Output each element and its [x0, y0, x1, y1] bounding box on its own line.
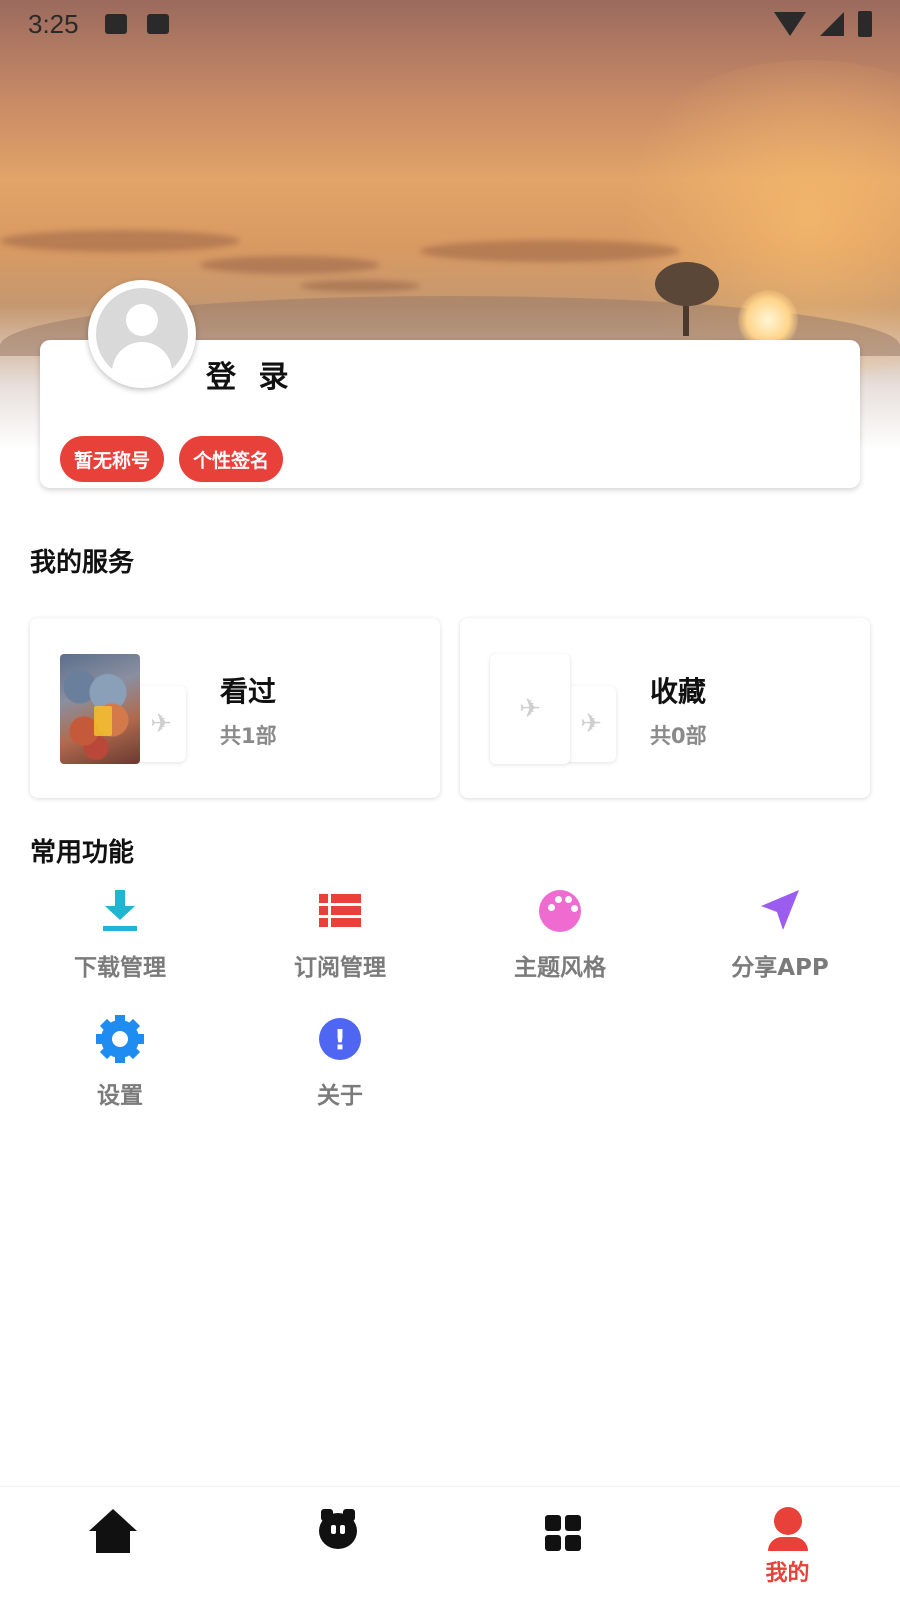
status-bar: 3:25 — [0, 0, 900, 48]
about-label: 关于 — [317, 1083, 363, 1109]
grid-icon — [544, 1515, 581, 1551]
wifi-icon — [774, 12, 806, 36]
favorites-card[interactable]: ✈ ✈ 收藏 共0部 — [460, 618, 870, 798]
nav-categories[interactable] — [450, 1487, 675, 1600]
gear-icon — [95, 1014, 145, 1064]
placeholder-thumb: ✈ — [136, 686, 186, 762]
favorites-title: 收藏 — [650, 675, 707, 708]
title-chip[interactable]: 暂无称号 — [60, 436, 165, 482]
theme-style-button[interactable]: 主题风格 — [450, 886, 670, 982]
nav-home[interactable] — [0, 1487, 225, 1600]
download-manager-button[interactable]: 下载管理 — [10, 886, 230, 982]
bottom-nav: 我的 — [0, 1486, 900, 1600]
services-title: 我的服务 — [30, 548, 135, 578]
default-avatar-icon — [96, 288, 188, 380]
history-title: 看过 — [220, 675, 277, 708]
placeholder-thumb: ✈ — [490, 654, 570, 764]
send-icon — [755, 886, 805, 936]
download-manager-label: 下载管理 — [74, 955, 166, 981]
history-count: 共1部 — [220, 724, 277, 748]
person-icon — [767, 1507, 808, 1551]
nav-mine-label: 我的 — [765, 1561, 810, 1586]
download-icon — [95, 886, 145, 936]
palette-icon — [535, 886, 585, 936]
status-time: 3:25 — [28, 8, 79, 39]
about-button[interactable]: ! 关于 — [230, 1014, 450, 1110]
subscription-manager-button[interactable]: 订阅管理 — [230, 886, 450, 982]
list-icon — [315, 886, 365, 936]
theme-style-label: 主题风格 — [514, 955, 606, 981]
battery-icon — [858, 11, 872, 37]
signature-chip[interactable]: 个性签名 — [179, 436, 284, 482]
share-app-button[interactable]: 分享APP — [670, 886, 890, 982]
functions-title: 常用功能 — [30, 838, 135, 868]
history-card[interactable]: ✈ 看过 共1部 — [30, 618, 440, 798]
plane-icon: ✈ — [519, 694, 541, 724]
login-button[interactable]: 登 录 — [206, 352, 294, 396]
plane-icon: ✈ — [580, 709, 602, 739]
info-icon: ! — [315, 1014, 365, 1064]
settings-label: 设置 — [97, 1083, 143, 1109]
share-app-label: 分享APP — [731, 955, 829, 981]
history-poster — [60, 654, 140, 764]
image-notification-icon — [104, 14, 127, 34]
subscription-manager-label: 订阅管理 — [294, 955, 386, 981]
text-notification-icon — [146, 14, 169, 34]
placeholder-thumb: ✈ — [566, 686, 616, 762]
favorites-count: 共0部 — [650, 724, 707, 748]
nav-discover[interactable] — [225, 1487, 450, 1600]
face-icon — [318, 1509, 357, 1549]
settings-button[interactable]: 设置 — [10, 1014, 230, 1110]
plane-icon: ✈ — [150, 709, 172, 739]
nav-mine[interactable]: 我的 — [675, 1487, 900, 1600]
home-icon — [88, 1509, 137, 1553]
signal-icon — [820, 12, 844, 36]
avatar[interactable] — [88, 280, 196, 388]
